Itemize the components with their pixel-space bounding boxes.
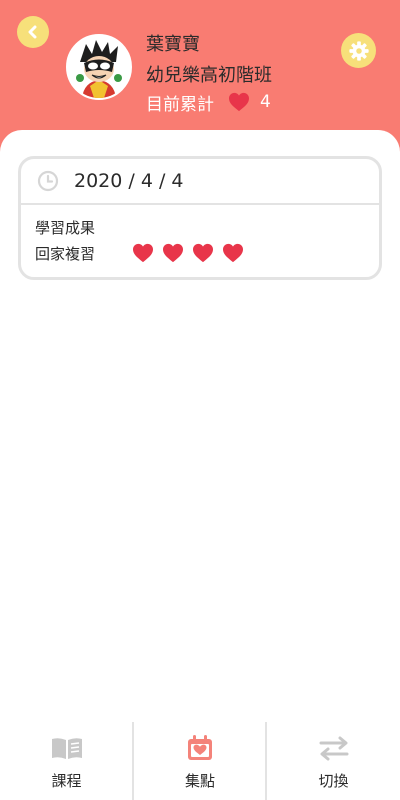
nav-item-switch[interactable]: 切換 <box>267 720 400 800</box>
app-screen: 葉寶寶 幼兒樂高初階班 目前累計 4 2020 / 4 / 4 學習成果 回家複… <box>0 0 400 800</box>
avatar-cartoon-image <box>68 36 130 98</box>
nav-label-points: 集點 <box>184 772 215 790</box>
back-button[interactable] <box>17 16 49 48</box>
class-name: 幼兒樂高初階班 <box>146 65 272 86</box>
heart-icon <box>192 243 214 263</box>
avatar <box>66 34 132 100</box>
total-count: 4 <box>260 92 271 112</box>
clock-icon <box>37 170 59 192</box>
swap-arrows-icon <box>317 734 351 762</box>
settings-button[interactable] <box>341 33 376 68</box>
heart-icon <box>162 243 184 263</box>
nav-label-switch: 切換 <box>318 772 349 790</box>
heart-icon <box>222 243 244 263</box>
total-label: 目前累計 <box>146 94 214 115</box>
nav-item-points[interactable]: 集點 <box>133 720 267 800</box>
student-name: 葉寶寶 <box>146 34 200 55</box>
nav-item-courses[interactable]: 課程 <box>0 720 133 800</box>
heart-icon <box>228 92 250 112</box>
content-sheet: 2020 / 4 / 4 學習成果 回家複習 <box>0 130 400 720</box>
heart-icon <box>132 243 154 263</box>
bottom-nav: 課程 集點 切換 <box>0 720 400 800</box>
review-hearts <box>132 243 252 263</box>
nav-label-courses: 課程 <box>51 772 82 790</box>
section-title: 學習成果 <box>35 219 96 237</box>
review-label: 回家複習 <box>35 245 96 263</box>
book-icon <box>50 734 84 762</box>
card-date-row: 2020 / 4 / 4 <box>21 159 379 205</box>
gear-icon <box>348 40 370 62</box>
record-card[interactable]: 2020 / 4 / 4 學習成果 回家複習 <box>18 156 382 280</box>
total-points: 目前累計 4 <box>146 91 271 115</box>
record-date: 2020 / 4 / 4 <box>74 170 184 192</box>
calendar-heart-icon <box>186 734 214 762</box>
chevron-left-icon <box>26 25 40 39</box>
